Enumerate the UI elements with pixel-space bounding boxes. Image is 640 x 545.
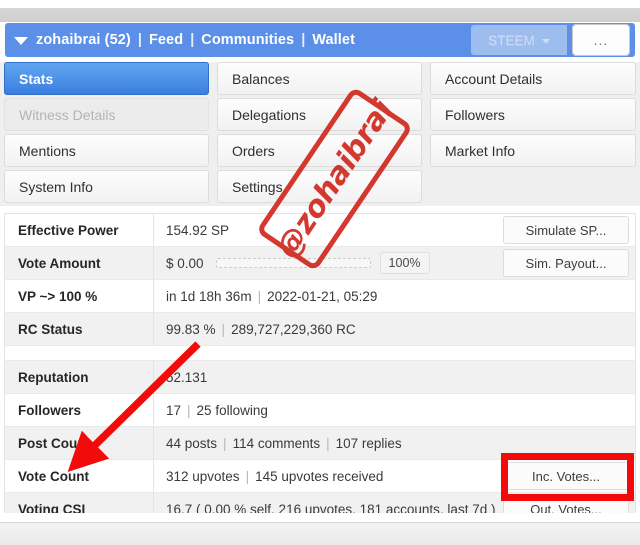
row-value: 17 | 25 following bbox=[153, 394, 635, 426]
window-chrome-top bbox=[0, 0, 640, 9]
table-row-rc-status: RC Status 99.83 % | 289,727,229,360 RC bbox=[5, 313, 635, 346]
table-row-vp-to-100: VP ~> 100 % in 1d 18h 36m | 2022-01-21, … bbox=[5, 280, 635, 313]
currency-selector[interactable]: STEEM bbox=[471, 25, 567, 55]
effective-power-value: 154.92 SP bbox=[166, 222, 230, 238]
following-count: 25 following bbox=[196, 402, 268, 418]
nav-separator-1: | bbox=[137, 32, 142, 48]
tab-placeholder bbox=[430, 170, 636, 203]
replies-count: 107 replies bbox=[335, 435, 402, 451]
row-value: 99.83 % | 289,727,229,360 RC bbox=[153, 313, 635, 345]
upvotes-given: 312 upvotes bbox=[166, 468, 240, 484]
steem-account-stats-window: zohaibrai (52) | Feed | Communities | Wa… bbox=[0, 0, 640, 545]
currency-label: STEEM bbox=[488, 32, 535, 48]
reputation-value: 52.131 bbox=[166, 369, 208, 385]
vp-target-datetime: 2022-01-21, 05:29 bbox=[267, 288, 378, 304]
vote-amount-value: $ 0.00 bbox=[166, 255, 204, 271]
caret-down-icon[interactable] bbox=[14, 37, 28, 45]
tab-system-info[interactable]: System Info bbox=[4, 170, 209, 203]
tab-account-details[interactable]: Account Details bbox=[430, 62, 636, 95]
tab-followers[interactable]: Followers bbox=[430, 98, 636, 131]
nav-link-communities[interactable]: Communities bbox=[201, 32, 294, 48]
value-separator: | bbox=[223, 435, 227, 451]
tab-delegations[interactable]: Delegations bbox=[217, 98, 422, 131]
tab-mentions[interactable]: Mentions bbox=[4, 134, 209, 167]
top-navbar: zohaibrai (52) | Feed | Communities | Wa… bbox=[5, 23, 635, 57]
navbar-right-group: STEEM ... bbox=[471, 23, 635, 57]
caret-down-icon bbox=[541, 38, 550, 44]
tab-witness-details[interactable]: Witness Details bbox=[4, 98, 209, 131]
vote-weight-slider[interactable] bbox=[215, 258, 371, 268]
tab-settings[interactable]: Settings bbox=[217, 170, 422, 203]
value-separator: | bbox=[245, 468, 250, 484]
tab-market-info[interactable]: Market Info bbox=[430, 134, 636, 167]
tab-grid: Stats Balances Account Details Witness D… bbox=[0, 62, 640, 206]
value-separator: | bbox=[187, 402, 191, 418]
row-value: 52.131 bbox=[153, 361, 635, 393]
row-label: Effective Power bbox=[18, 222, 119, 238]
value-separator: | bbox=[326, 435, 330, 451]
navbar-left-group: zohaibrai (52) | Feed | Communities | Wa… bbox=[5, 23, 471, 57]
value-separator: | bbox=[221, 321, 226, 337]
row-value: 44 posts | 114 comments | 107 replies bbox=[153, 427, 635, 459]
table-row-effective-power: Effective Power 154.92 SP Simulate SP... bbox=[5, 214, 635, 247]
row-label: Vote Amount bbox=[18, 255, 101, 271]
table-section-divider bbox=[5, 346, 635, 361]
comments-count: 114 comments bbox=[232, 435, 321, 451]
tab-orders[interactable]: Orders bbox=[217, 134, 422, 167]
table-row-vote-count: Vote Count 312 upvotes | 145 upvotes rec… bbox=[5, 460, 635, 493]
vote-weight-slider-wrap: 100% bbox=[215, 251, 430, 275]
row-label: Post Count bbox=[18, 435, 90, 451]
nav-separator-2: | bbox=[190, 32, 195, 48]
sim-payout-button[interactable]: Sim. Payout... bbox=[503, 249, 629, 277]
tab-balances[interactable]: Balances bbox=[217, 62, 422, 95]
row-label: Followers bbox=[18, 402, 82, 418]
table-row-post-count: Post Count 44 posts | 114 comments | 107… bbox=[5, 427, 635, 460]
stats-table: Effective Power 154.92 SP Simulate SP...… bbox=[4, 213, 636, 527]
nav-link-feed[interactable]: Feed bbox=[149, 32, 183, 48]
value-separator: | bbox=[257, 288, 262, 304]
account-name-link[interactable]: zohaibrai (52) bbox=[36, 32, 131, 48]
row-label: VP ~> 100 % bbox=[18, 288, 98, 304]
vote-weight-percent: 100% bbox=[379, 251, 430, 275]
vp-countdown: in 1d 18h 36m bbox=[166, 288, 252, 304]
posts-count: 44 posts bbox=[166, 435, 218, 451]
inc-votes-button[interactable]: Inc. Votes... bbox=[503, 462, 629, 490]
window-chrome-toolbar-strip bbox=[0, 9, 640, 22]
nav-separator-3: | bbox=[301, 32, 306, 48]
rc-absolute: 289,727,229,360 RC bbox=[231, 321, 356, 337]
overflow-menu-button[interactable]: ... bbox=[572, 24, 630, 56]
row-label: Reputation bbox=[18, 369, 89, 385]
simulate-sp-button[interactable]: Simulate SP... bbox=[503, 216, 629, 244]
row-label: Vote Count bbox=[18, 468, 89, 484]
followers-count: 17 bbox=[166, 402, 182, 418]
tab-stats[interactable]: Stats bbox=[4, 62, 209, 95]
table-row-vote-amount: Vote Amount $ 0.00 100% Sim. Payout... bbox=[5, 247, 635, 280]
rc-percent: 99.83 % bbox=[166, 321, 216, 337]
upvotes-received: 145 upvotes received bbox=[255, 468, 384, 484]
nav-link-wallet[interactable]: Wallet bbox=[312, 32, 355, 48]
row-label: RC Status bbox=[18, 321, 83, 337]
row-value: in 1d 18h 36m | 2022-01-21, 05:29 bbox=[153, 280, 635, 312]
table-row-followers: Followers 17 | 25 following bbox=[5, 394, 635, 427]
table-row-reputation: Reputation 52.131 bbox=[5, 361, 635, 394]
window-status-bar bbox=[0, 522, 640, 545]
